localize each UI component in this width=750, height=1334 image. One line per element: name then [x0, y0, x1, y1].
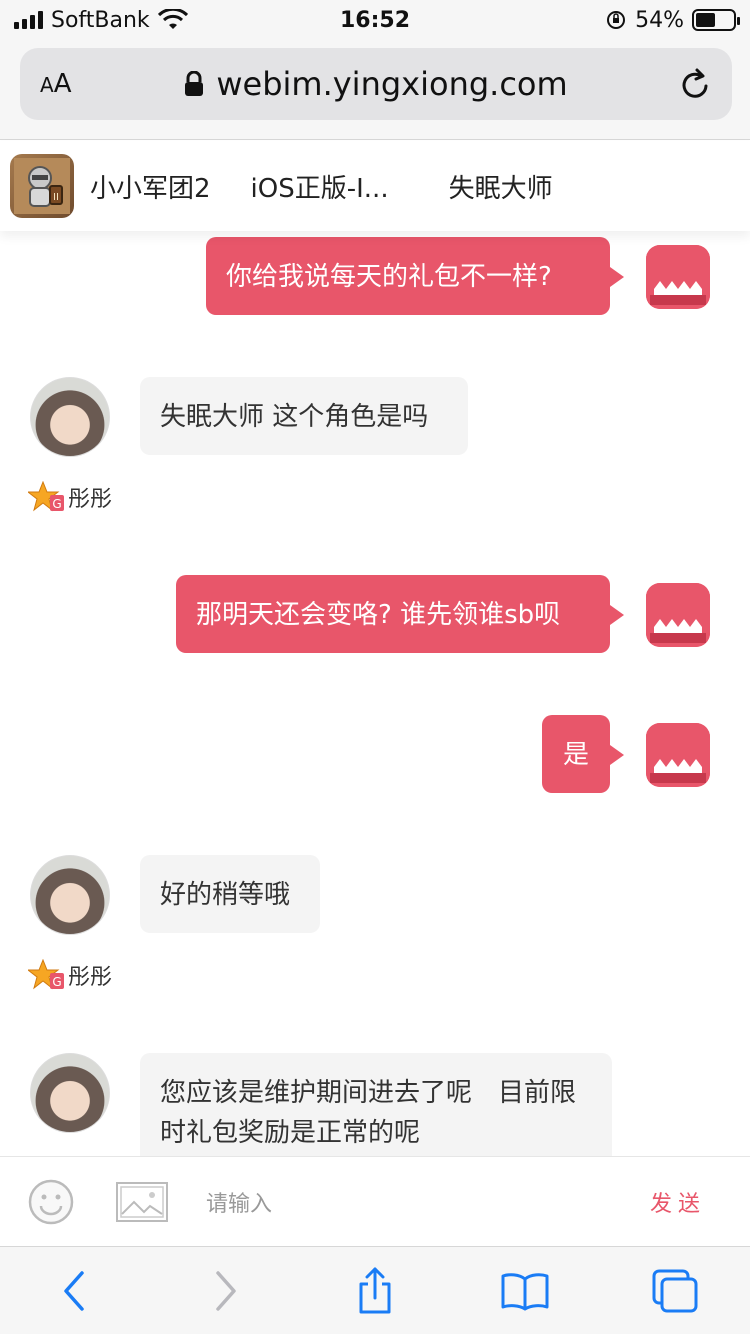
monster-avatar-icon: [646, 245, 710, 309]
game-tabs: II 小小军团2 iOS正版-I... 失眠大师: [0, 141, 750, 231]
agent-name-row: G 彤彤: [28, 481, 112, 513]
forward-button[interactable]: [195, 1261, 255, 1321]
reload-button[interactable]: [652, 66, 712, 102]
svg-text:G: G: [52, 497, 61, 511]
share-icon: [359, 1267, 391, 1313]
battery-percent: 54%: [635, 7, 684, 33]
svg-text:II: II: [53, 192, 59, 203]
my-avatar[interactable]: [646, 245, 710, 309]
url-display[interactable]: webim.yingxiong.com: [100, 65, 652, 103]
message-bubble-received[interactable]: 好的稍等哦: [140, 855, 320, 933]
back-icon: [64, 1270, 84, 1311]
star-badge-icon: G: [28, 481, 64, 512]
carrier-label: SoftBank: [51, 7, 150, 33]
star-badge-icon: G: [28, 959, 64, 990]
game-tab-2[interactable]: iOS正版-I...: [251, 168, 389, 205]
game-tab-3[interactable]: 失眠大师: [449, 168, 553, 205]
message-input-bar: 请输入 发送: [0, 1156, 750, 1246]
tabs-icon: [652, 1269, 698, 1312]
emoji-icon[interactable]: [28, 1179, 74, 1225]
forward-icon: [216, 1270, 236, 1311]
back-button[interactable]: [45, 1261, 105, 1321]
lock-icon: [185, 71, 204, 96]
my-avatar[interactable]: [646, 583, 710, 647]
chat-area[interactable]: 你给我说每天的礼包不一样? 失眠大师 这个角色是吗 G 彤彤 那明天还会变咯? …: [0, 231, 750, 1156]
my-avatar[interactable]: [646, 723, 710, 787]
message-bubble-sent[interactable]: 那明天还会变咯? 谁先领谁sb呗: [176, 575, 624, 653]
send-button[interactable]: 发送: [650, 1186, 706, 1218]
message-input[interactable]: 请输入: [206, 1186, 650, 1218]
tabs-button[interactable]: [645, 1261, 705, 1321]
address-bar[interactable]: AA webim.yingxiong.com: [20, 48, 732, 120]
wifi-icon: [157, 9, 188, 29]
battery-icon: [692, 9, 740, 31]
message-bubble-sent[interactable]: 你给我说每天的礼包不一样?: [206, 237, 624, 315]
agent-name: 彤彤: [68, 487, 113, 512]
reload-icon: [682, 68, 708, 98]
image-icon[interactable]: [116, 1181, 168, 1222]
agent-avatar[interactable]: [30, 1053, 110, 1133]
agent-avatar[interactable]: [30, 855, 110, 935]
game-app-icon[interactable]: II: [10, 154, 74, 218]
agent-avatar[interactable]: [30, 377, 110, 457]
knight-icon: II: [14, 158, 70, 214]
browser-chrome: AA webim.yingxiong.com: [0, 40, 750, 140]
url-text: webim.yingxiong.com: [216, 65, 568, 103]
bookmarks-button[interactable]: [495, 1261, 555, 1321]
message-bubble-sent[interactable]: 是: [542, 715, 624, 793]
game-tab-1[interactable]: 小小军团2: [90, 168, 211, 205]
battery-fill: [696, 13, 716, 27]
message-bubble-received[interactable]: 失眠大师 这个角色是吗: [140, 377, 468, 455]
share-button[interactable]: [345, 1261, 405, 1321]
agent-name-row: G 彤彤: [28, 959, 112, 991]
monster-avatar-icon: [646, 723, 710, 787]
agent-name: 彤彤: [68, 965, 113, 990]
message-bubble-received[interactable]: 您应该是维护期间进去了呢 目前限时礼包奖励是正常的呢: [140, 1053, 612, 1156]
status-left: SoftBank: [14, 8, 188, 33]
browser-toolbar: [0, 1246, 750, 1334]
signal-icon: [14, 11, 43, 29]
lock-rotation-icon: [607, 11, 626, 29]
status-right: 54%: [605, 7, 740, 33]
text-size-button[interactable]: AA: [40, 69, 100, 99]
monster-avatar-icon: [646, 583, 710, 647]
status-bar: SoftBank 16:52 54%: [0, 0, 750, 40]
svg-text:G: G: [52, 975, 61, 989]
bookmarks-icon: [501, 1272, 549, 1310]
